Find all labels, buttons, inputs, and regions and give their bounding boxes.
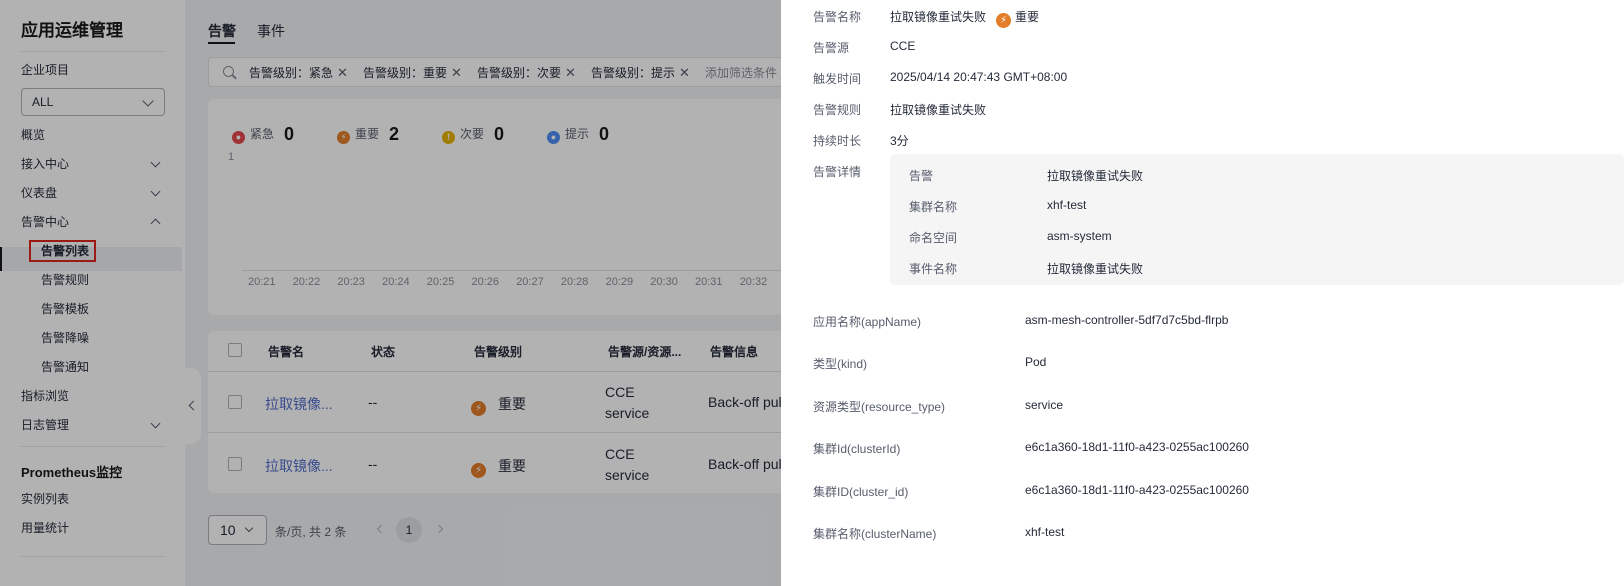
attribute-key: 应用名称(appName) — [813, 315, 922, 329]
detail-value: asm-system — [1047, 229, 1112, 243]
alarm-name-value: 拉取镜像重试失败 — [890, 10, 987, 24]
field-label: 告警详情 — [813, 165, 862, 179]
attribute-key: 集群ID(cluster_id) — [813, 485, 909, 499]
attribute-value: asm-mesh-controller-5df7d7c5bd-flrpb — [1025, 313, 1229, 327]
alarm-detail-drawer: 告警名称 拉取镜像重试失败 ⚡ 重要 告警源 CCE 触发时间 2025/04/14… — [781, 0, 1624, 586]
alarm-level-badge: ⚡ 重要 — [996, 8, 1039, 28]
field-value: 3分 — [890, 134, 909, 148]
attribute-value: e6c1a360-18d1-11f0-a423-0255ac100260 — [1025, 440, 1249, 454]
attribute-key: 资源类型(resource_type) — [813, 400, 946, 414]
detail-key: 告警 — [909, 169, 934, 183]
detail-key: 集群名称 — [909, 200, 958, 214]
modal-overlay[interactable] — [0, 0, 781, 586]
field-label: 告警名称 — [813, 10, 862, 24]
field-label: 触发时间 — [813, 72, 862, 86]
attribute-value: e6c1a360-18d1-11f0-a423-0255ac100260 — [1025, 483, 1249, 497]
attribute-value: xhf-test — [1025, 525, 1065, 539]
alarm-details-box: 告警 拉取镜像重试失败 集群名称 xhf-test 命名空间 asm-syste… — [890, 154, 1624, 285]
attribute-key: 集群名称(clusterName) — [813, 527, 937, 541]
attribute-value: Pod — [1025, 355, 1047, 369]
attribute-key: 类型(kind) — [813, 357, 868, 371]
field-value: 2025/04/14 20:47:43 GMT+08:00 — [890, 70, 1068, 84]
alarm-level-label: 重要 — [1015, 10, 1040, 24]
field-label: 持续时长 — [813, 134, 862, 148]
detail-value: 拉取镜像重试失败 — [1047, 262, 1144, 276]
detail-value: xhf-test — [1047, 198, 1087, 212]
attribute-key: 集群Id(clusterId) — [813, 442, 901, 456]
detail-key: 事件名称 — [909, 262, 958, 276]
field-value: 拉取镜像重试失败 — [890, 103, 987, 117]
field-label: 告警源 — [813, 41, 850, 55]
field-value: CCE — [890, 39, 916, 53]
lightning-icon: ⚡ — [996, 13, 1012, 28]
field-value: 拉取镜像重试失败 ⚡ 重要 — [890, 8, 1039, 28]
field-label: 告警规则 — [813, 103, 862, 117]
attribute-value: service — [1025, 398, 1064, 412]
detail-value: 拉取镜像重试失败 — [1047, 169, 1144, 183]
detail-key: 命名空间 — [909, 231, 958, 245]
